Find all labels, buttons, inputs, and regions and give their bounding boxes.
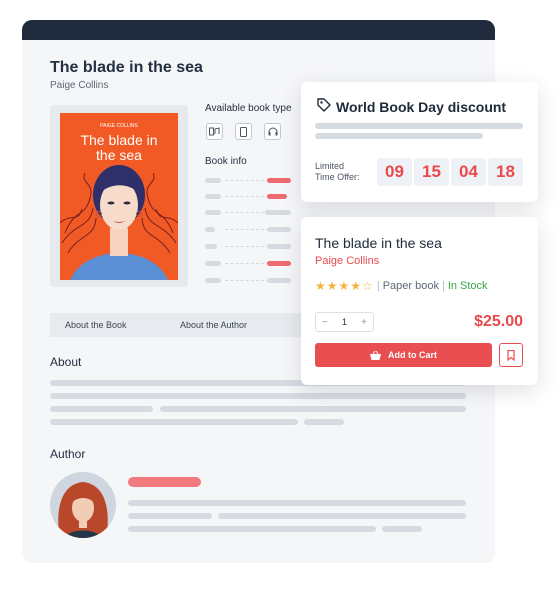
about-text-line xyxy=(50,419,298,425)
limited-line-1: Limited xyxy=(315,161,345,171)
countdown-hours: 15 xyxy=(414,158,449,186)
add-to-cart-button[interactable]: Add to Cart xyxy=(315,343,492,367)
limited-offer-label: Limited Time Offer: xyxy=(315,161,375,183)
info-value-5 xyxy=(267,244,291,249)
bookmark-button[interactable] xyxy=(499,343,523,367)
author-text-line xyxy=(128,526,376,532)
countdown-seconds: 18 xyxy=(488,158,523,186)
author-name-placeholder xyxy=(128,477,201,487)
product-author-link[interactable]: Paige Collins xyxy=(315,255,379,267)
book-info-label: Book info xyxy=(205,156,247,167)
author-text-line xyxy=(382,526,422,532)
discount-card: World Book Day discount Limited Time Off… xyxy=(301,82,538,202)
separator: | xyxy=(441,280,445,292)
cover-title-line2: the sea xyxy=(96,147,142,163)
stock-status: In Stock xyxy=(447,280,488,292)
product-title: The blade in the sea xyxy=(315,235,442,251)
star-filled-icon: ★ xyxy=(338,279,350,293)
about-text-line xyxy=(50,393,466,399)
product-price: $25.00 xyxy=(474,313,523,330)
star-filled-icon: ★ xyxy=(350,279,362,293)
tab-about-the-book[interactable]: About the Book xyxy=(65,313,127,337)
about-text-line xyxy=(160,406,466,412)
limited-line-2: Time Offer: xyxy=(315,172,360,182)
author-text-line xyxy=(218,513,466,519)
quantity-increase-button[interactable]: + xyxy=(361,317,367,328)
rating-row: ★ ★ ★ ★ ☆ | Paper book | In Stock xyxy=(315,279,488,293)
info-value-4 xyxy=(267,227,291,232)
book-title: The blade in the sea xyxy=(50,59,203,76)
discount-text-line xyxy=(315,123,523,129)
basket-icon xyxy=(370,350,381,360)
info-key-5 xyxy=(205,244,217,249)
tab-about-the-author[interactable]: About the Author xyxy=(180,313,247,337)
window-header-bar xyxy=(22,20,495,40)
book-cover-frame: PAIGE COLLINS The blade in the sea xyxy=(50,105,188,287)
headphones-icon[interactable] xyxy=(264,123,281,140)
tab-bar: About the Book About the Author xyxy=(50,313,310,337)
author-heading: Author xyxy=(50,447,86,461)
author-avatar xyxy=(50,472,116,538)
audio-book-icon[interactable] xyxy=(206,123,223,140)
book-author: Paige Collins xyxy=(50,80,109,91)
info-key-2 xyxy=(205,194,221,199)
discount-title: World Book Day discount xyxy=(336,99,507,115)
bookmark-icon xyxy=(507,349,515,361)
star-empty-icon: ☆ xyxy=(362,279,373,293)
available-book-type-label: Available book type xyxy=(205,103,292,114)
info-key-7 xyxy=(205,278,221,283)
quantity-decrease-button[interactable]: − xyxy=(322,317,328,328)
ebook-device-icon[interactable] xyxy=(235,123,252,140)
info-key-1 xyxy=(205,178,221,183)
cover-author-text: PAIGE COLLINS xyxy=(100,123,138,129)
about-text-line xyxy=(50,406,153,412)
info-value-1 xyxy=(267,178,291,183)
separator: | xyxy=(376,280,380,292)
info-key-3 xyxy=(205,210,221,215)
cover-title-line1: The blade in xyxy=(80,132,157,148)
product-card: The blade in the sea Paige Collins ★ ★ ★… xyxy=(301,217,538,385)
quantity-value[interactable]: 1 xyxy=(342,317,347,327)
info-value-6 xyxy=(267,261,291,266)
author-text-line xyxy=(128,513,212,519)
star-filled-icon: ★ xyxy=(315,279,326,293)
author-text-line xyxy=(128,500,466,506)
info-value-2 xyxy=(267,194,287,199)
about-text-line xyxy=(304,419,344,425)
star-filled-icon: ★ xyxy=(326,279,338,293)
add-to-cart-label: Add to Cart xyxy=(388,350,437,360)
countdown-days: 09 xyxy=(377,158,412,186)
info-key-4 xyxy=(205,227,215,232)
info-key-6 xyxy=(205,261,221,266)
info-value-7 xyxy=(267,278,291,283)
book-cover-image: PAIGE COLLINS The blade in the sea xyxy=(60,113,178,280)
info-value-3 xyxy=(265,210,291,215)
countdown-minutes: 04 xyxy=(451,158,486,186)
discount-text-line xyxy=(315,133,483,139)
quantity-stepper: − 1 + xyxy=(315,312,374,332)
about-heading: About xyxy=(50,355,82,369)
book-format: Paper book xyxy=(382,280,439,292)
tag-icon xyxy=(317,98,331,112)
